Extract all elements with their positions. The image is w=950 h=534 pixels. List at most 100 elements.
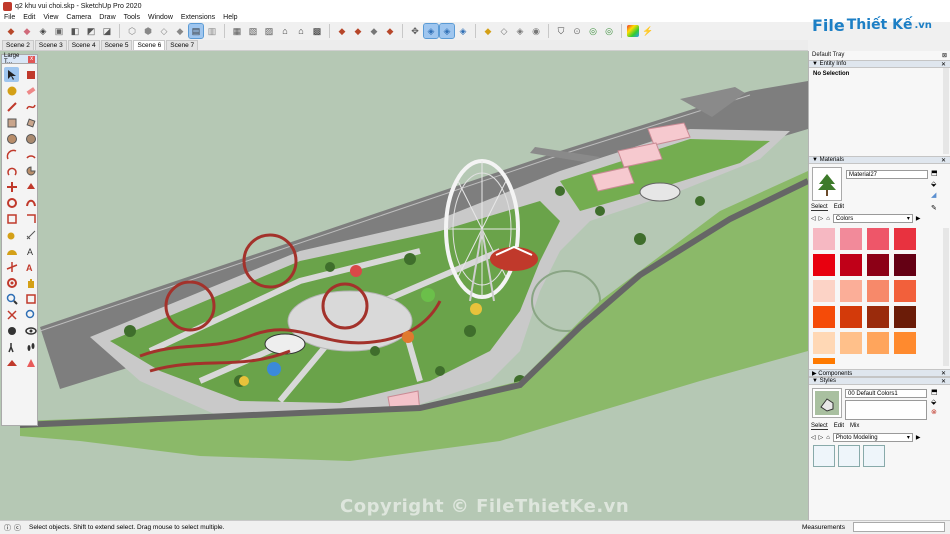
dimension-icon[interactable] [23, 227, 38, 242]
sample-paint-icon[interactable]: ✎ [931, 204, 937, 212]
home-icon[interactable]: ⌂ [826, 435, 830, 441]
display-secondary-icon[interactable]: ⬒ [931, 169, 938, 177]
pan-icon[interactable] [23, 275, 38, 290]
push-pull-tool-icon[interactable]: ▣ [52, 24, 66, 38]
layout-icon[interactable]: ◆ [367, 24, 381, 38]
material-swatch[interactable] [840, 306, 862, 328]
material-swatch[interactable] [840, 228, 862, 250]
menu-tools[interactable]: Tools [120, 14, 144, 21]
material-swatch[interactable] [813, 332, 835, 354]
previous-view-icon[interactable] [23, 307, 38, 322]
material-swatch[interactable] [813, 358, 835, 364]
make-component-icon[interactable] [23, 67, 38, 82]
rotated-rectangle-icon[interactable] [23, 115, 38, 130]
info-icon[interactable]: ⓘ [4, 523, 11, 533]
material-swatch[interactable] [894, 332, 916, 354]
tab-scene-2[interactable]: Scene 2 [2, 40, 34, 50]
style-description-input[interactable] [845, 400, 927, 420]
two-point-arc-icon[interactable] [23, 147, 38, 162]
eraser-icon[interactable] [23, 83, 38, 98]
material-swatch[interactable] [813, 306, 835, 328]
material-swatch[interactable] [867, 254, 889, 276]
move-tool-icon[interactable]: ◧ [68, 24, 82, 38]
material-swatch[interactable] [867, 228, 889, 250]
material-swatch[interactable] [894, 254, 916, 276]
view-left-icon[interactable]: ▥ [205, 24, 219, 38]
paint-tool-icon[interactable]: ◈ [36, 24, 50, 38]
menu-help[interactable]: Help [219, 14, 241, 21]
close-icon[interactable]: x [28, 55, 35, 63]
solid-tools-icon[interactable]: ◆ [481, 24, 495, 38]
material-swatch[interactable] [894, 306, 916, 328]
component-icon[interactable]: ◈ [456, 24, 470, 38]
paint-preview-icon[interactable]: ◢ [931, 191, 936, 199]
measurements-input[interactable] [853, 522, 945, 532]
material-name-input[interactable]: Material27 [846, 170, 928, 179]
freehand-icon[interactable] [23, 99, 38, 114]
model-viewport[interactable] [0, 51, 808, 520]
tab-select[interactable]: Select [811, 423, 828, 430]
view-right-icon[interactable]: ◆ [173, 24, 187, 38]
move-icon[interactable] [4, 179, 19, 194]
orbit-icon[interactable]: ✥ [408, 24, 422, 38]
home-icon[interactable]: ⌂ [826, 216, 830, 222]
material-library-select[interactable]: Colors ▾ [832, 214, 913, 223]
menu-window[interactable]: Window [144, 14, 177, 21]
materials-header[interactable]: ▼ Materials ✕ [809, 156, 950, 164]
material-swatch[interactable] [813, 254, 835, 276]
push-pull-icon[interactable] [23, 179, 38, 194]
paint-bucket-icon[interactable] [4, 83, 19, 98]
outer-shell-icon[interactable]: ◇ [497, 24, 511, 38]
eraser-tool-icon[interactable]: ◆ [20, 24, 34, 38]
tab-edit[interactable]: Edit [834, 204, 844, 211]
scale-icon[interactable] [4, 211, 19, 226]
wireframe-style-icon[interactable]: ▧ [246, 24, 260, 38]
material-swatch[interactable] [813, 228, 835, 250]
3d-text-icon[interactable]: A [23, 259, 38, 274]
home-icon[interactable]: ⌂ [278, 24, 292, 38]
forward-icon[interactable]: ▷ [819, 215, 824, 222]
material-swatch[interactable] [813, 280, 835, 302]
materials-scrollbar[interactable] [943, 228, 949, 366]
protractor-icon[interactable] [4, 243, 19, 258]
section-plane-icon[interactable] [4, 355, 19, 370]
circle-icon[interactable] [4, 131, 19, 146]
shield-icon[interactable]: ⛉ [554, 24, 568, 38]
extension-warehouse-icon[interactable]: ◆ [351, 24, 365, 38]
menu-view[interactable]: View [39, 14, 62, 21]
arrow-select-icon[interactable] [4, 67, 19, 82]
three-point-arc-icon[interactable] [4, 163, 19, 178]
footprints-icon[interactable] [23, 339, 38, 354]
tab-edit[interactable]: Edit [834, 423, 844, 430]
ruby-icon[interactable]: ◆ [383, 24, 397, 38]
material-swatch[interactable] [894, 228, 916, 250]
zoom-window-icon[interactable] [23, 291, 38, 306]
tab-scene-6[interactable]: Scene 6 [133, 40, 166, 50]
polygon-icon[interactable] [23, 131, 38, 146]
lock-icon[interactable]: ⊙ [570, 24, 584, 38]
select-front-icon[interactable]: ◈ [439, 23, 455, 39]
styles-header[interactable]: ▼ Styles ✕ [809, 377, 950, 385]
pin-icon[interactable]: ⊠ [942, 52, 947, 59]
axes-icon[interactable] [4, 259, 19, 274]
style-thumbnail[interactable] [863, 445, 885, 467]
house-icon[interactable]: ⌂ [294, 24, 308, 38]
material-swatch[interactable] [894, 280, 916, 302]
getting-started-icon[interactable]: ◆ [4, 24, 18, 38]
credits-icon[interactable]: ⓒ [14, 523, 21, 533]
style-thumbnail[interactable] [813, 445, 835, 467]
section-display-icon[interactable] [23, 355, 38, 370]
back-icon[interactable]: ◁ [811, 434, 816, 441]
look-around-icon[interactable] [23, 323, 38, 338]
scale-tool-icon[interactable]: ◪ [100, 24, 114, 38]
xray-style-icon[interactable]: ▦ [230, 24, 244, 38]
zoom-icon[interactable] [4, 291, 19, 306]
close-icon[interactable]: ✕ [940, 370, 947, 377]
create-material-icon[interactable]: ⬙ [931, 180, 936, 188]
intersect-icon[interactable]: ◈ [513, 24, 527, 38]
details-arrow-icon[interactable]: ▶ [916, 215, 921, 222]
view-front-icon[interactable]: ◇ [157, 24, 171, 38]
pencil-line-icon[interactable] [4, 99, 19, 114]
menu-edit[interactable]: Edit [19, 14, 39, 21]
hidden-line-style-icon[interactable]: ▨ [262, 24, 276, 38]
